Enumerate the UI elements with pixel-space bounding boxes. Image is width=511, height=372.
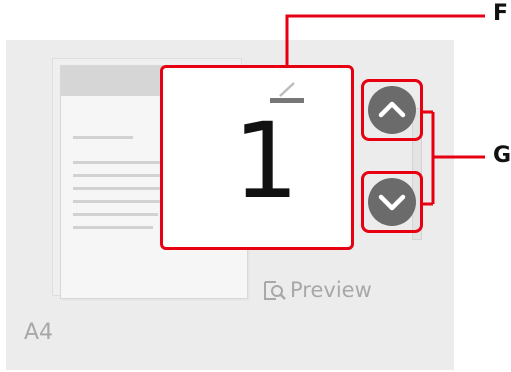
thumbnail-text-line xyxy=(73,200,161,203)
chevron-up-icon xyxy=(378,101,406,118)
thumbnail-text-line xyxy=(73,136,133,139)
thumbnail-text-line xyxy=(73,226,153,229)
preview-magnifier-icon xyxy=(264,281,286,300)
page-down-callout-frame xyxy=(361,171,423,233)
preview-button[interactable]: Preview xyxy=(262,278,372,302)
page-number-display: 1 xyxy=(160,65,354,250)
callout-label-g: G xyxy=(493,143,511,168)
callout-label-f: F xyxy=(493,1,509,26)
chevron-down-icon xyxy=(378,194,406,211)
preview-label: Preview xyxy=(290,278,372,302)
page-up-callout-frame xyxy=(361,79,423,141)
page-up-button[interactable] xyxy=(368,86,416,134)
thumbnail-text-line xyxy=(73,161,168,164)
current-page-number: 1 xyxy=(232,100,300,222)
page-down-button[interactable] xyxy=(368,178,416,226)
thumbnail-text-line xyxy=(73,213,158,216)
paper-size-label: A4 xyxy=(24,320,54,345)
